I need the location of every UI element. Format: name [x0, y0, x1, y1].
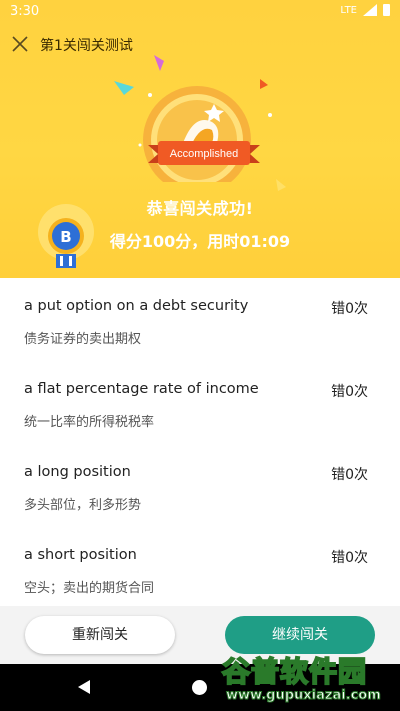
congrats-text: 恭喜闯关成功!: [146, 199, 254, 218]
item-meaning: 空头；卖出的期货合同: [24, 581, 155, 596]
list-item[interactable]: a flat percentage rate of income 错0次 统一比…: [0, 361, 400, 441]
item-meaning: 债务证券的卖出期权: [24, 332, 142, 347]
back-icon[interactable]: [76, 679, 92, 695]
status-bar: 3:30 LTE: [0, 0, 400, 24]
signal-icon: [363, 4, 377, 16]
item-term: a flat percentage rate of income: [24, 381, 259, 397]
watermark: 谷普软件园 www.gupuxiazai.com: [221, 650, 394, 708]
item-meaning: 统一比率的所得税税率: [24, 415, 155, 430]
list-item[interactable]: a put option on a debt security 错0次 债务证券…: [0, 278, 400, 358]
item-error-count: 错0次: [331, 550, 368, 566]
item-term: a put option on a debt security: [24, 298, 249, 314]
item-term: a short position: [24, 547, 137, 563]
result-header: 3:30 LTE 第1关闯关测试 Accomplished B 恭喜闯关成功! …: [0, 0, 400, 278]
list-item[interactable]: a long position 错0次 多头部位，利多形势: [0, 444, 400, 524]
continue-button[interactable]: 继续闯关: [225, 616, 375, 654]
item-term: a long position: [24, 464, 131, 480]
word-result-list: a put option on a debt security 错0次 债务证券…: [0, 278, 400, 606]
item-error-count: 错0次: [331, 467, 368, 483]
home-icon[interactable]: [192, 680, 207, 695]
item-error-count: 错0次: [331, 384, 368, 400]
score-summary: 得分100分，用时01:09: [109, 232, 291, 251]
status-time: 3:30: [10, 4, 40, 19]
close-icon[interactable]: [10, 34, 30, 54]
watermark-url: www.gupuxiazai.com: [226, 688, 382, 704]
network-type: LTE: [340, 4, 357, 16]
medal-label: Accomplished: [169, 148, 239, 160]
retry-button[interactable]: 重新闯关: [25, 616, 175, 654]
trophy-medal-icon: [143, 86, 251, 182]
item-error-count: 错0次: [331, 301, 368, 317]
watermark-brand: 谷普软件园: [221, 654, 368, 689]
page-title: 第1关闯关测试: [40, 38, 133, 54]
item-meaning: 多头部位，利多形势: [24, 498, 142, 513]
list-item[interactable]: a short position 错0次 空头；卖出的期货合同: [0, 527, 400, 607]
battery-icon: [383, 4, 390, 16]
